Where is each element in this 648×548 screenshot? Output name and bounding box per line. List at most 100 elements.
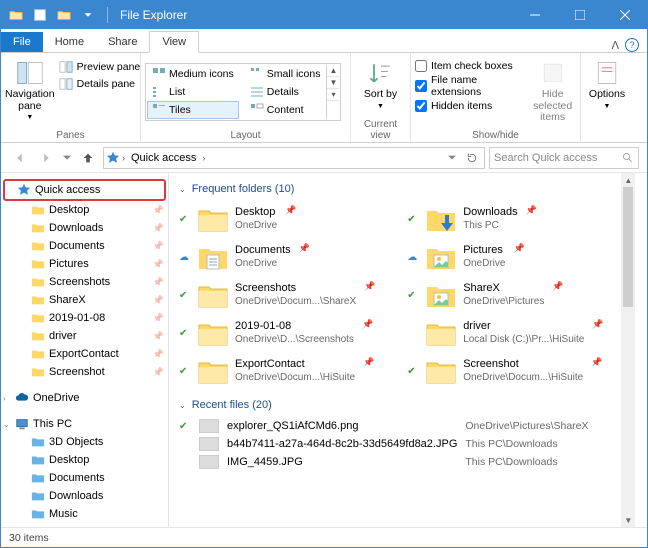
tab-share[interactable]: Share [96, 32, 149, 52]
sync-ok-icon: ✔ [407, 290, 415, 301]
sync-ok-icon: ✔ [407, 214, 415, 225]
search-box[interactable]: Search Quick access [489, 147, 639, 169]
nav-item[interactable]: Screenshots📌 [1, 273, 168, 291]
layout-medium-icons[interactable]: Medium icons [147, 65, 239, 83]
ribbon-collapse-icon[interactable]: ᐱ [611, 39, 619, 52]
folder-tile[interactable]: ✔ ExportContactOneDrive\Docum...\HiSuite… [179, 353, 397, 389]
breadcrumb-quick-access[interactable]: Quick access [127, 152, 200, 164]
recent-dropdown[interactable] [61, 147, 73, 169]
breadcrumb-dropdown[interactable] [444, 147, 460, 169]
folder-tile[interactable]: driverLocal Disk (C:)\Pr...\HiSuite 📌 [407, 315, 625, 351]
tab-view[interactable]: View [149, 31, 199, 53]
folder-icon [31, 347, 45, 361]
folder-tile[interactable]: ☁ PicturesOneDrive 📌 [407, 239, 625, 275]
nav-item[interactable]: ExportContact📌 [1, 345, 168, 363]
sync-ok-icon: ✔ [407, 366, 415, 377]
nav-item[interactable]: driver📌 [1, 327, 168, 345]
nav-item[interactable]: Desktop [1, 451, 168, 469]
pin-icon: 📌 [285, 205, 296, 216]
layout-gallery[interactable]: Medium icons Small icons List Details Ti… [145, 63, 341, 121]
scroll-thumb[interactable] [623, 187, 633, 307]
file-row[interactable]: IMG_4459.JPG This PC\Downloads [179, 453, 625, 471]
navigation-pane-button[interactable]: Navigation pane ▼ [5, 55, 55, 122]
breadcrumb-sep[interactable]: › [202, 153, 205, 163]
details-pane-button[interactable]: Details pane [57, 76, 143, 92]
nav-item[interactable]: Downloads📌 [1, 219, 168, 237]
pin-icon: 📌 [299, 243, 310, 254]
layout-list[interactable]: List [147, 83, 239, 101]
pin-icon: 📌 [153, 295, 164, 306]
qat-dropdown-icon[interactable] [77, 4, 99, 26]
up-button[interactable] [77, 147, 99, 169]
sort-by-button[interactable]: Sort by▼ [355, 55, 406, 110]
check-hidden-items[interactable]: Hidden items [415, 99, 527, 113]
nav-onedrive[interactable]: ›OneDrive [1, 389, 168, 407]
pin-icon: 📌 [364, 281, 375, 292]
ribbon: Navigation pane ▼ Preview pane Details p… [1, 53, 647, 143]
folder-tile[interactable]: ☁ DocumentsOneDrive 📌 [179, 239, 397, 275]
layout-details[interactable]: Details [245, 83, 326, 101]
sync-ok-icon: ✔ [179, 290, 187, 301]
nav-item[interactable]: Documents [1, 469, 168, 487]
nav-item[interactable]: 2019-01-08📌 [1, 309, 168, 327]
qat-folder-icon[interactable] [5, 4, 27, 26]
pin-icon: 📌 [153, 205, 164, 216]
qat-newfolder-icon[interactable] [53, 4, 75, 26]
refresh-button[interactable] [462, 151, 482, 165]
scrollbar-vertical[interactable]: ▲ ▼ [621, 173, 635, 527]
pin-icon: 📌 [592, 319, 603, 330]
folder-tile[interactable]: ✔ DownloadsThis PC 📌 [407, 201, 625, 237]
nav-item[interactable]: Desktop📌 [1, 201, 168, 219]
file-thumbnail [199, 455, 219, 469]
folder-icon [197, 241, 229, 273]
check-file-extensions[interactable]: File name extensions [415, 73, 527, 99]
scroll-down-icon[interactable]: ▼ [621, 513, 635, 527]
navigation-pane[interactable]: Quick access Desktop📌 Downloads📌 Documen… [1, 173, 169, 527]
breadcrumb-sep[interactable]: › [122, 153, 125, 163]
layout-tiles[interactable]: Tiles [147, 101, 239, 119]
folder-tile[interactable]: ✔ ScreenshotOneDrive\Docum...\HiSuite 📌 [407, 353, 625, 389]
folder-icon [31, 257, 45, 271]
minimize-button[interactable] [512, 1, 557, 29]
qat-properties-icon[interactable] [29, 4, 51, 26]
folder-icon [425, 241, 457, 273]
file-row[interactable]: ✔ explorer_QS1iAfCMd6.png OneDrive\Pictu… [179, 417, 625, 435]
content-area[interactable]: ⌄Frequent folders (10) ✔ DesktopOneDrive… [169, 173, 635, 477]
scroll-up-icon[interactable]: ▲ [621, 173, 635, 187]
pin-icon: 📌 [153, 259, 164, 270]
status-bar: 30 items [1, 527, 647, 547]
folder-tile[interactable]: ✔ ScreenshotsOneDrive\Docum...\ShareX 📌 [179, 277, 397, 313]
section-frequent-folders[interactable]: ⌄Frequent folders (10) [179, 183, 625, 195]
folder-tile[interactable]: ✔ 2019-01-08OneDrive\D...\Screenshots 📌 [179, 315, 397, 351]
forward-button[interactable] [35, 147, 57, 169]
breadcrumb[interactable]: › Quick access › [103, 147, 485, 169]
nav-this-pc[interactable]: ⌄This PC [1, 415, 168, 433]
quick-access-star-icon [106, 151, 120, 165]
folder-tile[interactable]: ✔ DesktopOneDrive 📌 [179, 201, 397, 237]
nav-item[interactable]: Screenshot📌 [1, 363, 168, 381]
folder-tile[interactable]: ✔ ShareXOneDrive\Pictures 📌 [407, 277, 625, 313]
pin-icon: 📌 [513, 243, 524, 254]
file-row[interactable]: b44b7411-a27a-464d-8c2b-33d5649fd8a2.JPG… [179, 435, 625, 453]
nav-quick-access[interactable]: Quick access [3, 179, 166, 201]
maximize-button[interactable] [557, 1, 602, 29]
tab-file[interactable]: File [1, 32, 43, 52]
check-item-checkboxes[interactable]: Item check boxes [415, 59, 527, 73]
layout-small-icons[interactable]: Small icons [245, 65, 326, 83]
tab-home[interactable]: Home [43, 32, 96, 52]
nav-item[interactable]: Pictures📌 [1, 255, 168, 273]
nav-item[interactable]: 3D Objects [1, 433, 168, 451]
sync-ok-icon: ✔ [179, 214, 187, 225]
close-button[interactable] [602, 1, 647, 29]
options-button[interactable]: Options▼ [585, 55, 629, 110]
section-recent-files[interactable]: ⌄Recent files (20) [179, 399, 625, 411]
back-button[interactable] [9, 147, 31, 169]
nav-item[interactable]: ShareX📌 [1, 291, 168, 309]
layout-content[interactable]: Content [245, 101, 326, 119]
nav-item[interactable]: Music [1, 505, 168, 523]
nav-item[interactable]: Documents📌 [1, 237, 168, 255]
help-icon[interactable]: ? [625, 38, 639, 52]
nav-item[interactable]: Downloads [1, 487, 168, 505]
layout-scroll[interactable]: ▲▼▾ [326, 65, 339, 119]
preview-pane-button[interactable]: Preview pane [57, 59, 143, 75]
